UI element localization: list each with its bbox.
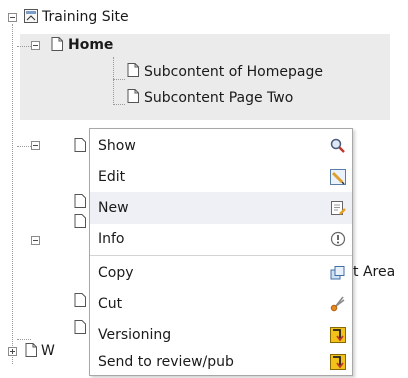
page-icon [74,194,86,208]
tree-node-subcontent-homepage[interactable]: Subcontent of Homepage [144,60,323,84]
menu-item-info[interactable]: Info [90,223,352,255]
menu-item-label: Copy [98,265,134,281]
page-icon [74,293,86,307]
tree-node-partial-area[interactable]: t Area [353,260,395,284]
menu-item-label: Show [98,138,136,154]
collapse-toggle-icon[interactable] [31,141,40,150]
collapse-toggle-icon[interactable] [8,13,17,22]
menu-item-label: Send to review/pub [98,354,234,370]
menu-item-show[interactable]: Show [90,130,352,162]
new-page-icon [331,201,346,215]
scissors-icon [330,296,345,312]
tree-node-label: Subcontent of Homepage [144,64,323,80]
tree-node-home[interactable]: Home [68,33,113,57]
tree-connector [113,79,125,80]
collapse-toggle-icon[interactable] [31,236,40,245]
tree-connector [12,24,13,364]
tree-node-subcontent-page-two[interactable]: Subcontent Page Two [144,86,293,110]
tree-node-w[interactable]: W [41,339,55,363]
page-icon [74,320,86,334]
tree-connector [113,104,125,105]
tree-connector [17,146,31,147]
menu-item-label: Edit [98,169,126,185]
tree-node-label: Home [68,37,114,53]
magnifier-icon [330,138,345,153]
tree-node-label: Subcontent Page Two [144,90,294,106]
info-icon [330,231,346,247]
tree-node-label: W [41,343,55,359]
menu-item-label: Versioning [98,327,172,343]
collapse-toggle-icon[interactable] [31,41,40,50]
expand-toggle-icon[interactable] [8,347,17,356]
versioning-icon [330,327,346,343]
menu-separator [90,255,352,256]
menu-item-label: Cut [98,296,123,312]
menu-item-new[interactable]: New [90,192,352,224]
menu-item-label: New [98,200,129,216]
context-menu: Show Edit New Info Copy Cut Versioning S… [89,128,353,376]
tree-connector [113,57,114,105]
menu-item-send-review[interactable]: Send to review/pub [90,346,352,378]
menu-item-cut[interactable]: Cut [90,288,352,320]
tree-node-label: t Area [353,264,396,280]
page-icon [127,89,139,103]
tree-connector [17,339,31,340]
tree-connector [17,46,31,47]
tree-node-root[interactable]: Training Site [42,5,129,29]
pencil-icon [330,169,346,185]
page-icon [51,37,63,51]
tree-node-label: Training Site [42,9,129,25]
page-icon [74,138,86,152]
page-icon [127,63,139,77]
copy-icon [330,266,345,280]
site-icon [24,9,38,23]
menu-item-label: Info [98,231,125,247]
page-icon [25,343,37,357]
menu-item-edit[interactable]: Edit [90,161,352,193]
page-icon [74,214,86,228]
send-review-icon [330,354,346,370]
menu-item-copy[interactable]: Copy [90,257,352,289]
